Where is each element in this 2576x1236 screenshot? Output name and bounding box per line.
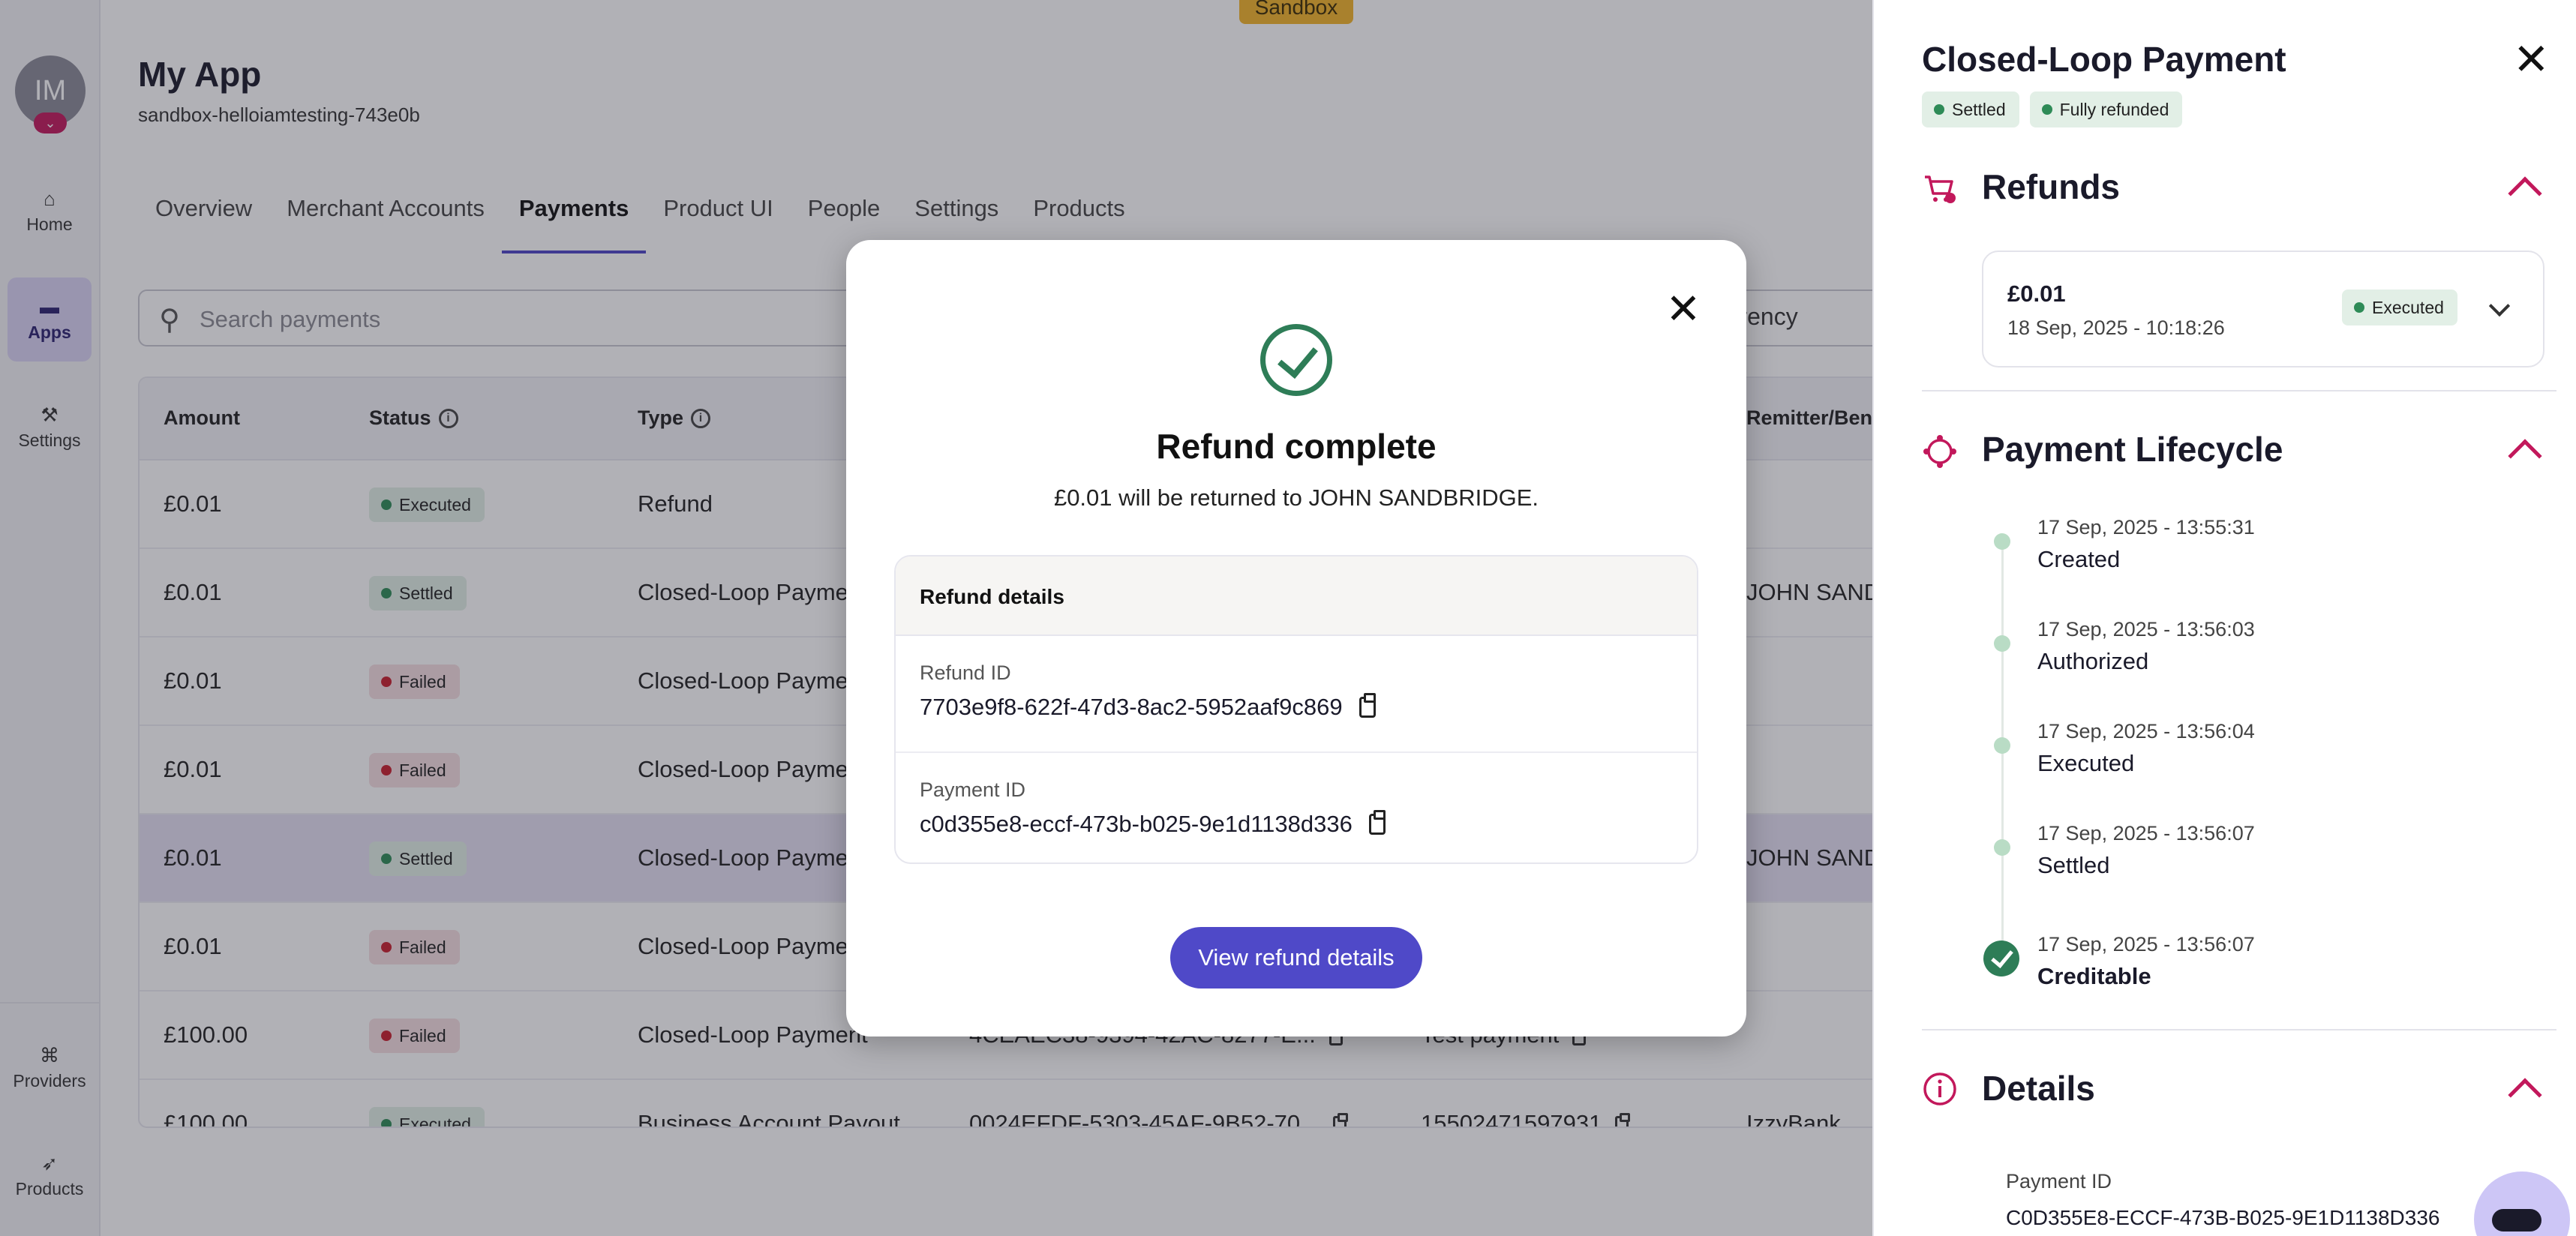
timeline-time: 17 Sep, 2025 - 13:56:03 bbox=[2037, 618, 2255, 640]
refund-details-card: Refund details Refund ID 7703e9f8-622f-4… bbox=[894, 555, 1698, 864]
lifecycle-section-title: Payment Lifecycle bbox=[1982, 430, 2283, 469]
copy-icon[interactable] bbox=[1368, 810, 1386, 835]
payment-detail-panel: Closed-Loop Payment ✕ Settled Fully refu… bbox=[1872, 0, 2576, 1236]
dialog-title: Refund complete bbox=[1156, 427, 1437, 466]
lifecycle-icon bbox=[1923, 435, 1956, 468]
timeline-dot bbox=[1994, 533, 2010, 550]
refund-details-header: Refund details bbox=[896, 556, 1697, 636]
refund-complete-dialog: ✕ Refund complete £0.01 will be returned… bbox=[846, 240, 1746, 1036]
close-icon[interactable]: ✕ bbox=[1662, 288, 1704, 332]
cart-refund-icon bbox=[1925, 176, 1956, 203]
divider bbox=[1922, 390, 2556, 392]
payment-id-label: Payment ID bbox=[2006, 1170, 2112, 1192]
status-badge: Executed bbox=[2342, 290, 2457, 326]
refund-id-value: 7703e9f8-622f-47d3-8ac2-5952aaf9c869 bbox=[920, 694, 1343, 720]
timeline-label: Executed bbox=[2037, 750, 2135, 776]
completed-check-icon bbox=[1983, 940, 2019, 976]
timeline-label: Settled bbox=[2037, 852, 2110, 878]
timeline-dot bbox=[1994, 839, 2010, 856]
refund-item[interactable]: £0.01 18 Sep, 2025 - 10:18:26 Executed bbox=[1982, 250, 2544, 368]
timeline-dot bbox=[1994, 737, 2010, 754]
payment-id-value: c0d355e8-eccf-473b-b025-9e1d1138d336 bbox=[920, 811, 1353, 837]
payment-id-row: Payment ID c0d355e8-eccf-473b-b025-9e1d1… bbox=[896, 752, 1697, 862]
info-icon bbox=[1923, 1072, 1956, 1106]
view-refund-details-button[interactable]: View refund details bbox=[1170, 927, 1422, 988]
dialog-message: £0.01 will be returned to JOHN SANDBRIDG… bbox=[1053, 484, 1539, 511]
collapse-chevron-icon[interactable] bbox=[2508, 439, 2542, 473]
collapse-chevron-icon[interactable] bbox=[2508, 176, 2542, 211]
chevron-down-icon[interactable] bbox=[2488, 295, 2511, 317]
timeline-time: 17 Sep, 2025 - 13:55:31 bbox=[2037, 516, 2255, 538]
collapse-chevron-icon[interactable] bbox=[2508, 1078, 2542, 1112]
details-section-title: Details bbox=[1982, 1069, 2095, 1108]
payment-status-badges: Settled Fully refunded bbox=[1922, 92, 2183, 128]
status-badge: Fully refunded bbox=[2029, 92, 2183, 128]
refund-id-row: Refund ID 7703e9f8-622f-47d3-8ac2-5952aa… bbox=[896, 636, 1697, 752]
divider bbox=[1922, 1029, 2556, 1030]
timeline-label: Creditable bbox=[2037, 963, 2151, 989]
refunds-section-title: Refunds bbox=[1982, 167, 2120, 206]
payment-id-value: C0D355E8-ECCF-473B-B025-9E1D1138D336 bbox=[2006, 1206, 2440, 1229]
timeline-time: 17 Sep, 2025 - 13:56:07 bbox=[2037, 933, 2255, 956]
refund-amount: £0.01 bbox=[2007, 280, 2066, 307]
success-check-icon bbox=[1260, 324, 1332, 396]
panel-title: Closed-Loop Payment bbox=[1922, 40, 2286, 79]
refund-id-label: Refund ID bbox=[920, 662, 1011, 684]
timeline-label: Created bbox=[2037, 546, 2121, 572]
refund-date: 18 Sep, 2025 - 10:18:26 bbox=[2007, 316, 2225, 339]
timeline-time: 17 Sep, 2025 - 13:56:04 bbox=[2037, 720, 2255, 742]
status-badge: Settled bbox=[1922, 92, 2019, 128]
timeline-time: 17 Sep, 2025 - 13:56:07 bbox=[2037, 822, 2255, 844]
timeline-label: Authorized bbox=[2037, 648, 2149, 674]
timeline-dot bbox=[1994, 635, 2010, 652]
payment-id-label: Payment ID bbox=[920, 778, 1026, 801]
close-icon[interactable]: ✕ bbox=[2513, 38, 2550, 82]
copy-icon[interactable] bbox=[1359, 693, 1376, 718]
